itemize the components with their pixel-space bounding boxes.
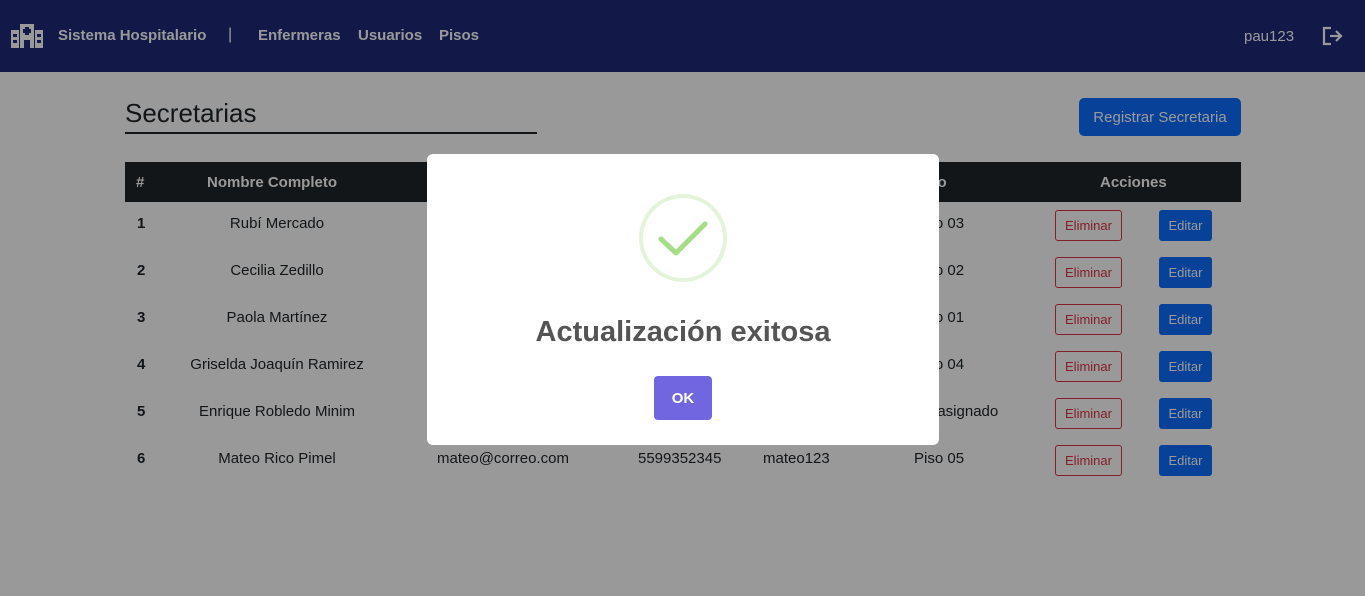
- success-dialog: Actualización exitosa OK: [427, 154, 939, 445]
- dialog-title: Actualización exitosa: [535, 316, 831, 348]
- checkmark-icon: [639, 194, 727, 282]
- ok-button[interactable]: OK: [654, 376, 712, 420]
